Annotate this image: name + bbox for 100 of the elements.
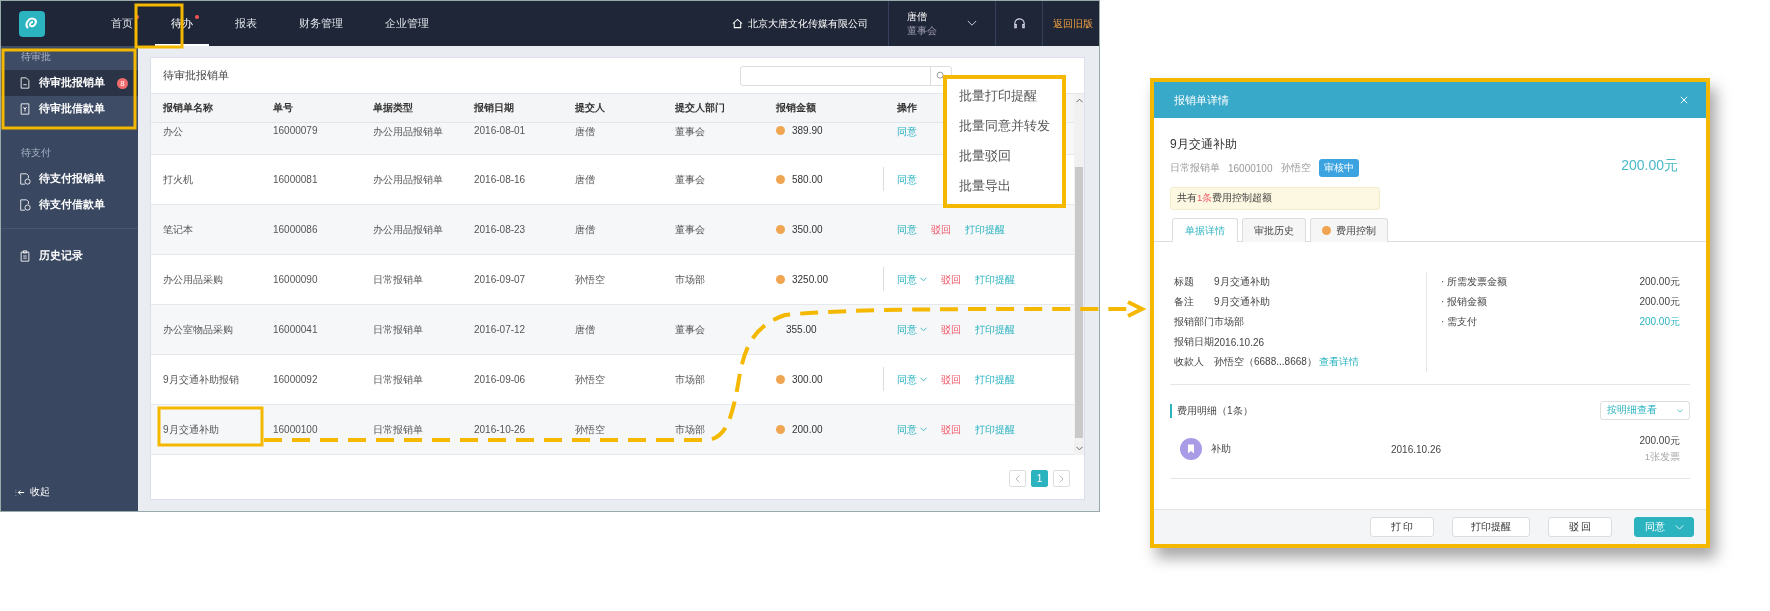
column-header: 报销日期: [474, 101, 515, 115]
table-cell-text: 办公用品采购: [163, 272, 224, 287]
nav-tab[interactable]: 待办: [155, 1, 209, 46]
collapse-button[interactable]: 收起: [1, 485, 138, 511]
table-cell-text: 2016-09-06: [474, 374, 527, 385]
nav-tab[interactable]: 首页: [95, 1, 149, 46]
sidebar-item[interactable]: 待支付借款单: [1, 192, 138, 218]
meta-text: 日常报销单: [1170, 161, 1220, 175]
sidebar-item-label: 待审批借款单: [39, 102, 105, 116]
footer-button[interactable]: 打 印: [1370, 517, 1434, 537]
home-icon: [732, 18, 743, 29]
summary-label: · 报销金额: [1441, 295, 1488, 309]
chevron-down-icon: [967, 20, 977, 27]
table-cell-text: 办公: [163, 125, 184, 139]
field-label: 收款人: [1174, 355, 1205, 369]
column-header: 单号: [273, 101, 294, 115]
section-title: 费用明细（1条）: [1170, 403, 1253, 418]
dialog-title: 报销单详情: [1174, 92, 1229, 108]
caret-icon: [920, 327, 927, 332]
chevron-right-icon: [1059, 474, 1064, 483]
caret-icon: [1674, 524, 1684, 530]
scrollbar[interactable]: [1074, 94, 1084, 455]
amount-text: 389.90: [792, 125, 823, 136]
table-cell-text: 2016-10-26: [474, 424, 527, 435]
table-cell-text: 董事会: [675, 322, 706, 337]
action-link[interactable]: 驳回: [941, 272, 961, 287]
user-menu[interactable]: 唐僧 董事会: [888, 1, 995, 46]
column-header: 提交人: [575, 101, 606, 115]
table-cell-text: 董事会: [675, 222, 706, 237]
table-cell-text: 市场部: [675, 272, 706, 287]
legacy-version-link[interactable]: 返回旧版: [1043, 16, 1099, 31]
amount-text: 300.00: [792, 374, 823, 385]
clipboard-icon: [19, 250, 31, 262]
field-label: 标题: [1174, 275, 1195, 289]
sidebar-item[interactable]: 待审批报销单 8: [1, 70, 138, 96]
sidebar-section-title: 待审批: [20, 50, 52, 64]
table-cell-text: 日常报销单: [373, 322, 424, 337]
next-page-button[interactable]: [1053, 470, 1070, 487]
document-icon: [19, 77, 31, 89]
footer-button[interactable]: 打印提醒: [1452, 517, 1530, 537]
column-header: 单据类型: [373, 101, 414, 115]
table-cell-text: 唐僧: [575, 125, 596, 139]
sidebar-item-label: 待支付报销单: [39, 172, 105, 186]
nav-tab[interactable]: 企业管理: [369, 1, 445, 46]
sidebar-section-title: 待支付: [20, 146, 52, 160]
table-cell-text: 打火机: [163, 172, 194, 187]
caret-icon: [1677, 408, 1683, 413]
table-cell-text: 16000100: [273, 424, 319, 435]
user-role: 董事会: [907, 23, 937, 38]
headset-icon[interactable]: [1011, 16, 1027, 31]
footer-button[interactable]: 驳 回: [1548, 517, 1612, 537]
bookmark-icon: [1180, 438, 1202, 460]
amount-text: 200.00: [792, 424, 823, 435]
table-cell-text: 董事会: [675, 172, 706, 187]
sidebar-item[interactable]: 待支付报销单: [1, 166, 138, 192]
table-cell-text: 9月交通补助: [163, 422, 220, 437]
table-cell-text: 笔记本: [163, 222, 194, 237]
table-cell-text: 16000086: [273, 224, 319, 235]
scroll-up-icon[interactable]: [1075, 98, 1083, 103]
column-header: 提交人部门: [675, 101, 726, 115]
nav-tab[interactable]: 财务管理: [283, 1, 359, 46]
sidebar-item-label: 历史记录: [39, 249, 83, 263]
document-clock-icon: [19, 173, 31, 185]
caret-icon: [920, 377, 927, 382]
sidebar-item[interactable]: 历史记录: [1, 243, 138, 269]
logo-icon[interactable]: [19, 10, 45, 37]
caret-icon: [920, 427, 927, 432]
detail-tab[interactable]: 费用控制: [1310, 218, 1388, 242]
nav-tab[interactable]: 报表: [219, 1, 273, 46]
table-cell-text: 16000092: [273, 374, 319, 385]
summary-label: · 所需发票金额: [1441, 275, 1508, 289]
table-cell-text: 日常报销单: [373, 422, 424, 437]
column-header: 报销金额: [776, 101, 817, 115]
table-cell-text: 16000081: [273, 174, 319, 185]
search-icon[interactable]: [936, 70, 946, 81]
table-cell-text: 16000079: [273, 125, 319, 136]
table-cell-text: 16000041: [273, 324, 319, 335]
action-link[interactable]: 驳回: [941, 372, 961, 387]
scroll-down-icon[interactable]: [1075, 446, 1083, 451]
previous-page-button[interactable]: [1009, 470, 1026, 487]
menu-item[interactable]: 批量导出: [947, 178, 1062, 196]
table-cell-text: 办公用品报销单: [373, 125, 444, 139]
total-amount: 200.00元: [1621, 157, 1679, 175]
count-badge: 8: [117, 77, 128, 89]
detail-tab[interactable]: 审批历史: [1242, 218, 1306, 242]
column-header: 操作: [897, 101, 918, 115]
amount-text: 580.00: [792, 174, 823, 185]
field-label: 报销部门: [1174, 315, 1214, 329]
table-cell-text: 孙悟空: [575, 272, 606, 287]
caret-icon: [920, 277, 927, 282]
document-clock-icon: [19, 199, 31, 211]
table-cell-text: 办公用品报销单: [373, 172, 444, 187]
company-name: 北京大唐文化传媒有限公司: [748, 16, 868, 31]
sidebar-item-label: 待支付借款单: [39, 198, 105, 212]
table-cell-text: 孙悟空: [575, 372, 606, 387]
menu-item[interactable]: 批量打印提醒: [947, 87, 1062, 105]
table-cell-text: 2016-07-12: [474, 324, 527, 335]
sidebar-item[interactable]: 待审批借款单: [1, 96, 138, 122]
close-icon[interactable]: [1680, 96, 1688, 104]
expense-amount: 200.00元: [1639, 434, 1680, 448]
